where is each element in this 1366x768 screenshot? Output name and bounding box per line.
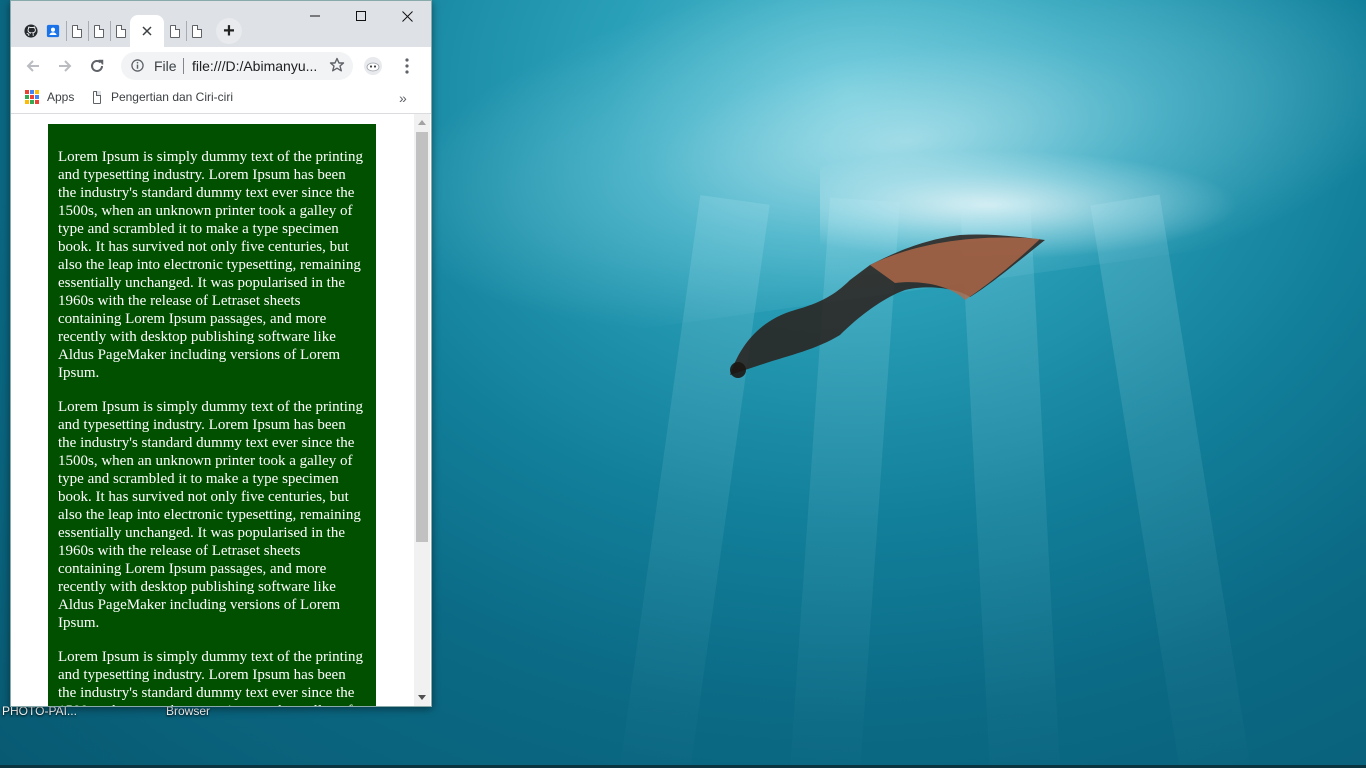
github-icon bbox=[24, 24, 38, 38]
content-paragraph: Lorem Ipsum is simply dummy text of the … bbox=[58, 649, 363, 706]
browser-window: + File file:///D:/Abimanyu... Apps Penge… bbox=[10, 0, 432, 707]
content-paragraph: Lorem Ipsum is simply dummy text of the … bbox=[58, 149, 363, 381]
tab-page[interactable] bbox=[164, 15, 186, 47]
maximize-button[interactable] bbox=[338, 1, 384, 31]
close-icon[interactable] bbox=[142, 26, 152, 36]
bookmark-page[interactable]: Pengertian dan Ciri-ciri bbox=[93, 90, 233, 104]
address-bar[interactable]: File file:///D:/Abimanyu... bbox=[121, 52, 353, 80]
contacts-icon bbox=[46, 24, 60, 38]
content-paragraph: Lorem Ipsum is simply dummy text of the … bbox=[58, 399, 363, 631]
tab-contacts[interactable] bbox=[42, 15, 64, 47]
info-icon[interactable] bbox=[131, 59, 144, 72]
close-window-button[interactable] bbox=[384, 1, 430, 31]
tab-page[interactable] bbox=[110, 15, 132, 47]
bookmarks-overflow-button[interactable]: » bbox=[399, 90, 407, 106]
page-viewport: Lorem Ipsum is simply dummy text of the … bbox=[11, 114, 414, 706]
bookmark-page-label: Pengertian dan Ciri-ciri bbox=[110, 90, 233, 104]
tab-page[interactable] bbox=[88, 15, 110, 47]
browser-toolbar: File file:///D:/Abimanyu... bbox=[11, 47, 431, 85]
bookmarks-bar: Apps Pengertian dan Ciri-ciri » bbox=[11, 85, 431, 114]
new-tab-button[interactable]: + bbox=[216, 18, 242, 44]
menu-dots-icon[interactable] bbox=[404, 57, 410, 75]
back-arrow-icon bbox=[26, 60, 39, 72]
page-icon bbox=[116, 24, 126, 38]
bookmark-star-icon[interactable] bbox=[329, 57, 345, 73]
page-icon bbox=[192, 24, 202, 38]
tab-page[interactable] bbox=[186, 15, 208, 47]
page-icon bbox=[72, 24, 82, 38]
content-box: Lorem Ipsum is simply dummy text of the … bbox=[48, 124, 376, 706]
forward-arrow-icon bbox=[59, 60, 72, 72]
apps-grid-icon bbox=[25, 90, 39, 104]
extension-icon[interactable] bbox=[363, 56, 383, 76]
tab-page[interactable] bbox=[66, 15, 88, 47]
scroll-down-arrow-icon[interactable] bbox=[418, 695, 426, 700]
omnibox-divider bbox=[183, 58, 184, 74]
reload-button[interactable] bbox=[86, 55, 108, 77]
tab-strip: + bbox=[11, 1, 431, 47]
scheme-label: File bbox=[154, 58, 177, 74]
page-icon bbox=[93, 90, 101, 104]
vertical-scrollbar[interactable] bbox=[414, 114, 430, 706]
close-window-icon bbox=[401, 10, 413, 22]
url-text[interactable]: file:///D:/Abimanyu... bbox=[192, 58, 318, 74]
page-icon bbox=[94, 24, 104, 38]
reload-icon bbox=[91, 59, 104, 72]
minimize-icon bbox=[310, 15, 320, 17]
scroll-up-arrow-icon[interactable] bbox=[418, 120, 426, 125]
page-icon bbox=[170, 24, 180, 38]
forward-button[interactable] bbox=[54, 55, 76, 77]
minimize-button[interactable] bbox=[292, 1, 338, 31]
apps-label: Apps bbox=[47, 90, 75, 104]
light-ray bbox=[1090, 194, 1254, 768]
back-button[interactable] bbox=[22, 55, 44, 77]
tab-active[interactable] bbox=[130, 15, 164, 47]
maximize-icon bbox=[356, 11, 366, 21]
diver-silhouette bbox=[730, 234, 1045, 378]
bookmark-apps[interactable]: Apps bbox=[25, 90, 74, 104]
scrollbar-thumb[interactable] bbox=[416, 132, 428, 542]
tab-github[interactable] bbox=[20, 15, 42, 47]
